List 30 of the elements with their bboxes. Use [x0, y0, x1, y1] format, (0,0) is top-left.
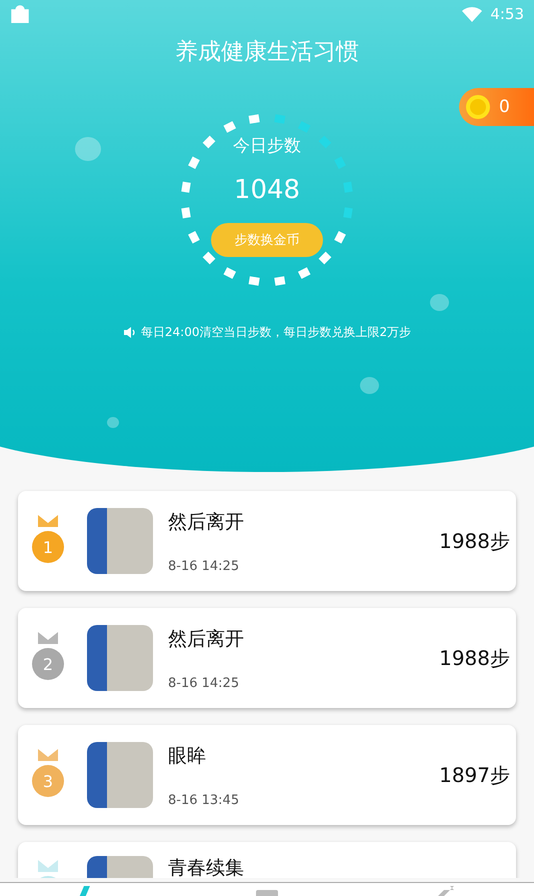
- notice-text: 每日24:00清空当日步数，每日步数兑换上限2万步: [140, 324, 412, 341]
- record-time: 8-16 14:25: [168, 676, 240, 690]
- rank-card[interactable]: 青春续集: [18, 842, 516, 878]
- rank-card[interactable]: 1 然后离开 8-16 14:25 1988步: [18, 491, 516, 591]
- steps-count: 1048: [234, 175, 300, 205]
- user-name: 然后离开: [168, 510, 245, 534]
- status-time: 4:53: [490, 5, 524, 23]
- bubble: [75, 137, 101, 161]
- page-title: 养成健康生活习惯: [174, 38, 360, 67]
- user-name: 然后离开: [168, 626, 245, 652]
- step-total: 1897步: [439, 762, 510, 788]
- speaker-icon: [122, 326, 137, 339]
- coin-count: 0: [499, 97, 510, 117]
- rank-card[interactable]: 2 然后离开 8-16 14:25 1988步: [18, 608, 516, 708]
- avatar-photo-placeholder: [87, 508, 153, 574]
- wifi-icon: [462, 6, 482, 22]
- rank-card[interactable]: 3 眼眸 8-16 13:45 1897步: [18, 725, 516, 825]
- bubble: [360, 377, 379, 394]
- avatar-photo-placeholder: [87, 742, 153, 808]
- record-time: 8-16 13:45: [168, 792, 240, 808]
- user-name: 眼眸: [168, 744, 207, 768]
- user-name: 青春续集: [168, 856, 245, 878]
- avatar-photo-placeholder: [87, 625, 153, 691]
- bubble: [107, 417, 119, 428]
- step-total: 1988步: [439, 644, 510, 672]
- record-time: 8-16 14:25: [168, 558, 240, 574]
- coin-icon: [465, 94, 491, 120]
- bubble: [430, 294, 449, 311]
- steps-label: 今日步数: [233, 135, 301, 157]
- step-total: 1988步: [439, 528, 510, 554]
